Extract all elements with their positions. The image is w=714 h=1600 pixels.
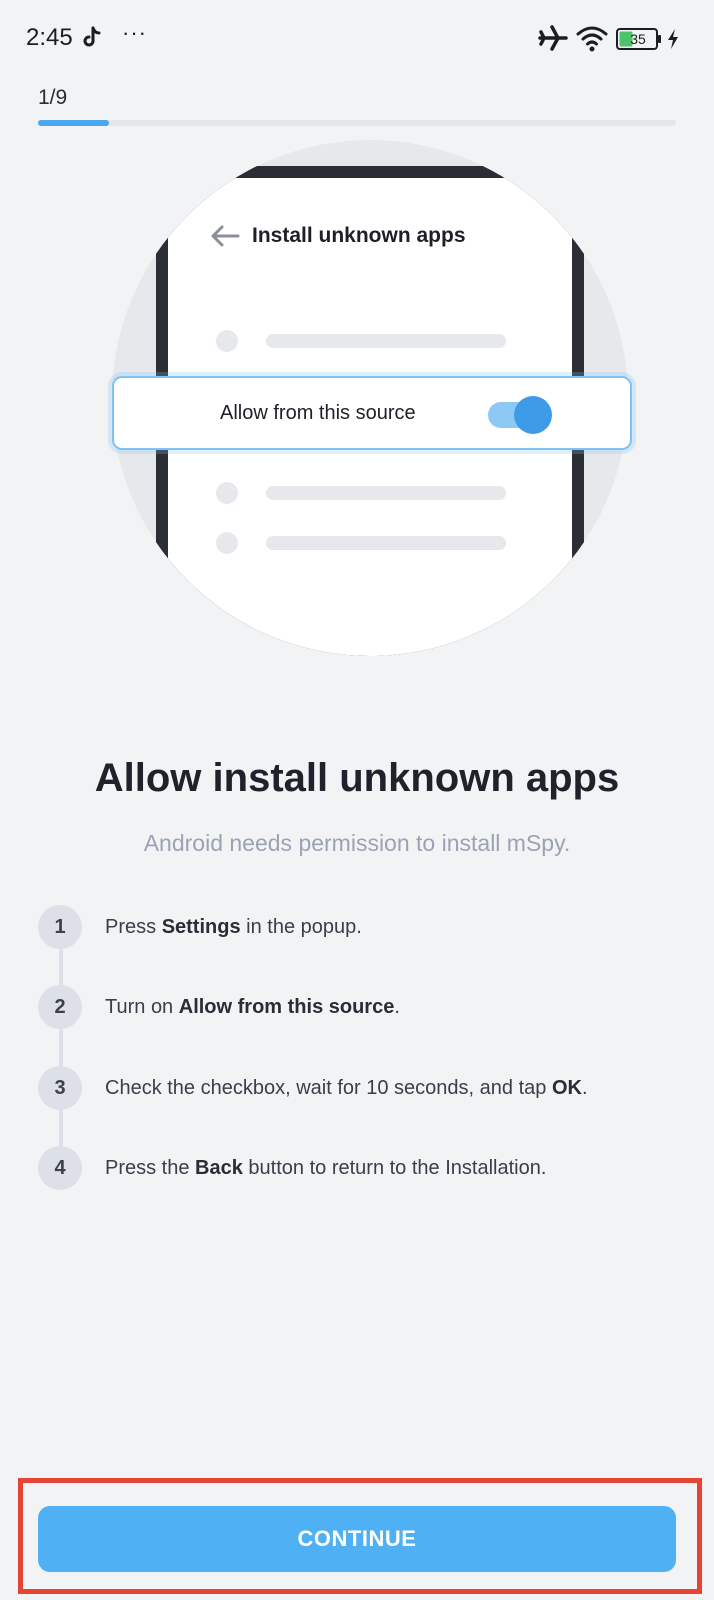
placeholder-dot	[216, 330, 238, 352]
progress-track	[38, 120, 676, 126]
step-item: 2 Turn on Allow from this source.	[38, 985, 698, 1029]
back-arrow-icon	[211, 225, 240, 247]
step-number: 4	[38, 1146, 82, 1190]
page-subtitle: Android needs permission to install mSpy…	[143, 830, 571, 856]
page-title: Allow install unknown apps	[94, 756, 620, 800]
step-number: 3	[38, 1066, 82, 1110]
status-bar: 2:45 ··· 35	[0, 0, 714, 78]
placeholder-dot	[216, 482, 238, 504]
steps-connector	[59, 930, 63, 1170]
step-item: 4 Press the Back button to return to the…	[38, 1146, 698, 1190]
battery-level: 35	[630, 31, 646, 47]
wifi-icon	[576, 26, 608, 52]
step-item: 1 Press Settings in the popup.	[38, 905, 698, 949]
allow-source-card: Allow from this source	[112, 376, 632, 450]
placeholder-line	[266, 334, 506, 348]
airplane-icon	[538, 25, 568, 51]
allow-source-label: Allow from this source	[220, 402, 416, 424]
step-item: 3 Check the checkbox, wait for 10 second…	[38, 1066, 698, 1110]
step-text: Press the Back button to return to the I…	[105, 1157, 547, 1179]
toggle-knob	[514, 396, 552, 434]
charging-icon	[668, 29, 678, 49]
status-time: 2:45	[26, 24, 73, 51]
tiktok-icon	[83, 26, 101, 47]
step-text: Press Settings in the popup.	[105, 916, 362, 938]
placeholder-line	[266, 486, 506, 500]
placeholder-line	[266, 536, 506, 550]
more-notifications-icon: ···	[122, 20, 147, 45]
placeholder-dot	[216, 532, 238, 554]
step-text: Turn on Allow from this source.	[105, 996, 400, 1018]
step-text: Check the checkbox, wait for 10 seconds,…	[105, 1077, 588, 1099]
step-counter: 1/9	[38, 86, 68, 109]
phone-screen-title: Install unknown apps	[252, 224, 466, 247]
step-number: 1	[38, 905, 82, 949]
step-number: 2	[38, 985, 82, 1029]
progress-fill	[38, 120, 109, 126]
continue-button[interactable]: CONTINUE	[38, 1506, 676, 1572]
